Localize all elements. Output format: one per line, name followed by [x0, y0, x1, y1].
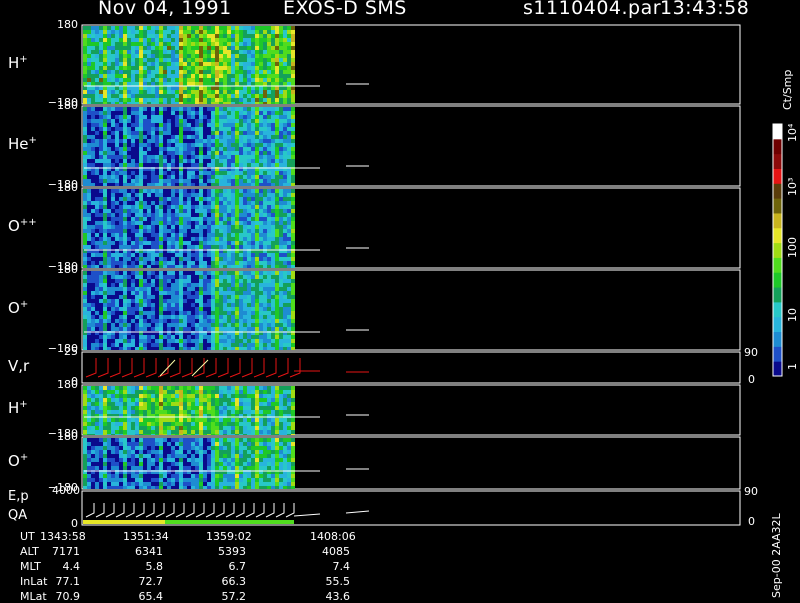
panel-label-charge: ++: [20, 217, 37, 228]
colorbar-tick: 100: [786, 237, 799, 258]
panel-label: V,r: [8, 357, 29, 375]
axis-value: 5393: [206, 545, 246, 558]
colorbar-cell: [773, 346, 782, 361]
axis-value: 5.8: [123, 560, 163, 573]
colorbar-cell: [773, 213, 782, 228]
velocity-trace: [86, 358, 300, 377]
spectrogram-cells: [83, 271, 295, 350]
panel-label-charge: +: [20, 299, 28, 310]
energy-trace: [294, 511, 369, 516]
panel-label-charge: +: [19, 54, 27, 65]
panel-label: H+: [8, 399, 28, 417]
y-tick-right-top: 90: [744, 485, 758, 498]
colorbar-tick: 1: [786, 363, 799, 370]
axis-value: 43.6: [310, 590, 350, 603]
energy-trace: [86, 503, 294, 517]
colorbar-cell: [773, 139, 782, 154]
y-tick-bottom: 0: [40, 517, 78, 530]
colorbar-cell: [773, 361, 782, 376]
axis-value: 1343:58: [40, 530, 80, 543]
panel-label: H+: [8, 54, 28, 72]
colorbar-cell: [773, 287, 782, 302]
colorbar-cell: [773, 272, 782, 287]
axis-value: 66.3: [206, 575, 246, 588]
colorbar-tick: 10⁴: [786, 124, 799, 142]
version-label: Sep-00 2AA32L: [770, 513, 783, 598]
axis-value: 70.9: [40, 590, 80, 603]
colorbar-cell: [773, 124, 782, 139]
panel-label: He+: [8, 135, 37, 153]
colorbar-cell: [773, 154, 782, 169]
panel-label: O+: [8, 452, 28, 470]
colorbar-cell: [773, 302, 782, 317]
y-tick-top: 25: [52, 345, 78, 358]
colorbar-cell: [773, 198, 782, 213]
colorbar-cell: [773, 332, 782, 347]
y-tick-top: 4000: [52, 484, 78, 497]
panel-label: O++: [8, 217, 37, 235]
axis-value: 7171: [40, 545, 80, 558]
y-tick-top: 180: [52, 430, 78, 443]
y-tick-top: 180: [52, 378, 78, 391]
axis-value: 1408:06: [310, 530, 350, 543]
qa-bar: [165, 520, 294, 524]
colorbar-tick: 10: [786, 308, 799, 322]
axis-value: 57.2: [206, 590, 246, 603]
panel-frame: [82, 352, 740, 383]
axis-value: 1351:34: [123, 530, 163, 543]
axis-row-label: MLT: [20, 560, 41, 573]
spectrogram-cells: [83, 189, 295, 268]
file-title: s1110404.par: [523, 0, 661, 19]
colorbar-cell: [773, 168, 782, 183]
colorbar-unit: Ct/Smp: [781, 70, 794, 110]
spectrogram-cells: [83, 438, 295, 489]
time-title: 13:43:58: [660, 0, 749, 19]
axis-value: 65.4: [123, 590, 163, 603]
colorbar-cell: [773, 243, 782, 258]
panel-label-charge: +: [20, 452, 28, 463]
colorbar-cell: [773, 228, 782, 243]
y-tick-top: 180: [52, 263, 78, 276]
axis-value: 4.4: [40, 560, 80, 573]
colorbar-cell: [773, 183, 782, 198]
axis-value: 55.5: [310, 575, 350, 588]
colorbar-cell: [773, 257, 782, 272]
colorbar-cell: [773, 317, 782, 332]
axis-value: 4085: [310, 545, 350, 558]
y-tick-top: 180: [52, 18, 78, 31]
axis-value: 77.1: [40, 575, 80, 588]
axis-value: 6341: [123, 545, 163, 558]
spectrogram-plot: [0, 0, 800, 600]
spectrogram-cells: [83, 107, 295, 186]
y-tick-top: 180: [52, 181, 78, 194]
date-title: Nov 04, 1991: [98, 0, 232, 19]
y-tick-right-top: 90: [744, 346, 758, 359]
spectrogram-cells: [83, 386, 295, 435]
panel-label-charge: +: [19, 399, 27, 410]
y-tick-right-bottom: 0: [748, 373, 755, 386]
spectrogram-cells: [83, 26, 295, 104]
axis-row-label: UT: [20, 530, 35, 543]
panel-frame: [82, 491, 740, 525]
axis-value: 7.4: [310, 560, 350, 573]
panel-label: E,p: [8, 489, 29, 504]
y-tick-right-bottom: 0: [748, 515, 755, 528]
y-tick-top: 180: [52, 99, 78, 112]
instrument-title: EXOS-D SMS: [283, 0, 407, 19]
axis-value: 72.7: [123, 575, 163, 588]
colorbar-tick: 10³: [786, 178, 799, 196]
axis-value: 6.7: [206, 560, 246, 573]
qa-bar: [83, 520, 165, 524]
panel-label-qa: QA: [8, 508, 27, 523]
axis-row-label: ALT: [20, 545, 39, 558]
axis-value: 1359:02: [206, 530, 246, 543]
panel-label: O+: [8, 299, 28, 317]
panel-label-charge: +: [29, 135, 37, 146]
